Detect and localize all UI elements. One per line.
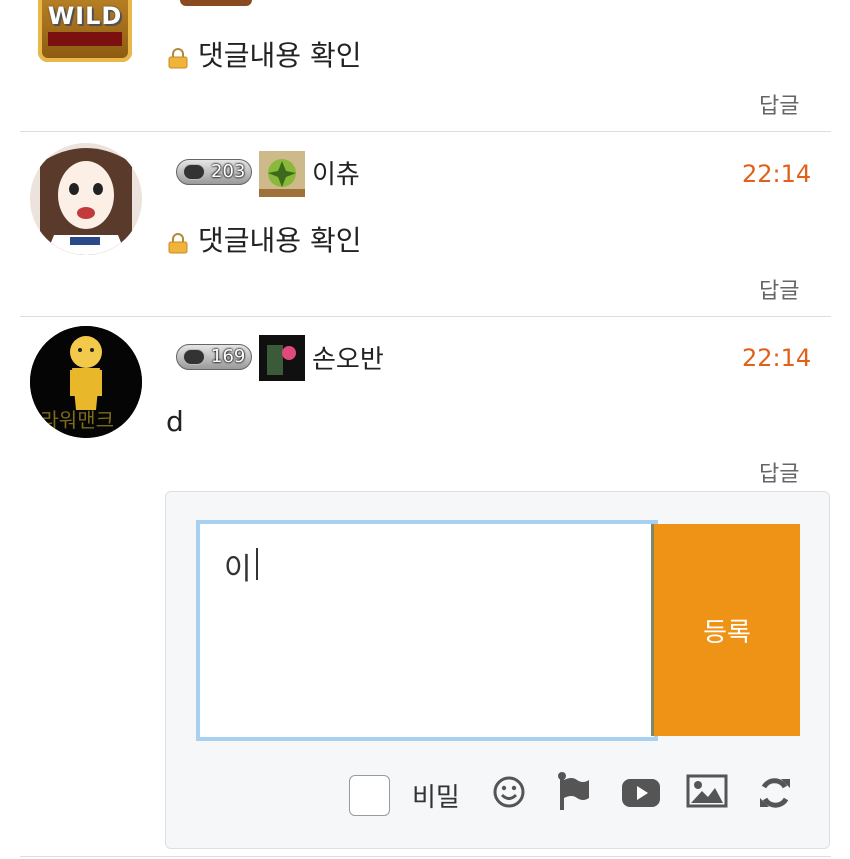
avatar-label: WILD: [47, 2, 123, 30]
level-value: 169: [211, 346, 246, 367]
nickname[interactable]: 이츄: [312, 154, 360, 191]
avatar-text: 프라워맨크: [30, 408, 114, 432]
flag-icon[interactable]: [557, 772, 591, 816]
reply-input[interactable]: 이: [196, 520, 658, 741]
comment-badge-partial: [180, 0, 252, 6]
divider: [20, 131, 831, 132]
member-icon: [259, 335, 305, 381]
lock-icon: [166, 231, 188, 254]
level-value: 203: [211, 161, 246, 182]
level-badge: 169: [176, 344, 253, 370]
comment-content: d: [166, 405, 184, 438]
secret-label[interactable]: 비밀: [412, 777, 460, 814]
comment-time: 22:14: [742, 344, 812, 372]
lock-icon: [166, 46, 188, 69]
avatar[interactable]: WILD: [38, 0, 132, 62]
comment-time: 22:14: [742, 160, 812, 188]
reply-button[interactable]: 답글: [759, 88, 799, 120]
reply-button[interactable]: 답글: [759, 273, 799, 305]
comment-content: 댓글내용 확인: [198, 224, 362, 257]
avatar[interactable]: 프라워맨크: [30, 326, 142, 438]
smiley-icon[interactable]: [492, 775, 526, 813]
member-icon: [259, 151, 305, 197]
nickname[interactable]: 손오반: [312, 339, 384, 376]
avatar[interactable]: [30, 143, 142, 255]
submit-button[interactable]: 등록: [651, 524, 800, 736]
divider: [20, 316, 831, 317]
reply-button[interactable]: 답글: [759, 456, 799, 488]
image-icon[interactable]: [686, 774, 728, 812]
level-badge: 203: [176, 159, 253, 185]
reply-input-value: 이: [224, 552, 252, 587]
secret-checkbox[interactable]: [349, 775, 390, 816]
reply-form: 이 등록 비밀: [165, 491, 830, 849]
comment-content: 댓글내용 확인: [198, 39, 362, 72]
level-gem-icon: [183, 349, 205, 365]
refresh-icon[interactable]: [757, 775, 793, 815]
youtube-icon[interactable]: [621, 778, 661, 812]
submit-label: 등록: [703, 617, 751, 648]
level-gem-icon: [183, 164, 205, 180]
divider: [20, 856, 831, 857]
text-cursor: [256, 548, 258, 580]
